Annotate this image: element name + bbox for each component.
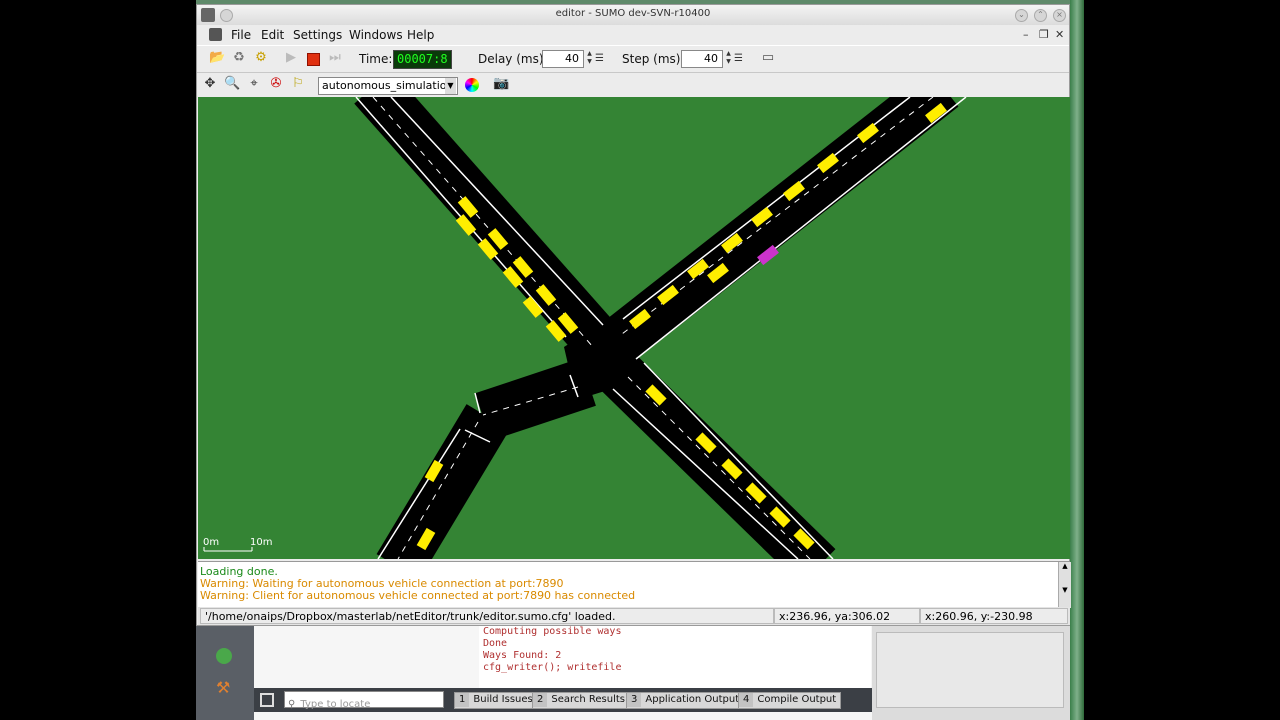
- delay-slider-icon[interactable]: ☰: [595, 50, 604, 68]
- scale-start-label: 0m: [203, 537, 219, 548]
- time-display: 00007:8: [393, 50, 452, 69]
- tab-search-results[interactable]: 2 Search Results: [532, 692, 631, 709]
- mdi-close-button[interactable]: ✕: [1055, 28, 1064, 41]
- menu-settings[interactable]: Settings: [293, 28, 342, 42]
- ide-side-box: [876, 632, 1064, 708]
- step-label: Step (ms):: [622, 52, 685, 66]
- title-bar[interactable]: editor - SUMO dev-SVN-r10400 ⌄ ⌃ ×: [197, 5, 1069, 25]
- scale-end-label: 10m: [250, 537, 272, 548]
- dropdown-arrow-icon: ▼: [445, 78, 456, 94]
- recenter-icon[interactable]: ✥: [202, 76, 218, 92]
- locator-search[interactable]: ⚲ Type to locate: [284, 691, 444, 710]
- menu-help[interactable]: Help: [407, 28, 434, 42]
- close-button[interactable]: ×: [1053, 9, 1066, 22]
- menu-windows[interactable]: Windows: [349, 28, 403, 42]
- ide-background-window: ⚒ Computing possible ways Done Ways Foun…: [196, 626, 872, 720]
- output-line: Computing possible ways: [483, 626, 622, 637]
- search-icon: ⚲: [288, 699, 296, 710]
- road-southwest: [376, 404, 510, 559]
- delay-label: Delay (ms):: [478, 52, 548, 66]
- road-northeast: [602, 97, 959, 362]
- output-line: Ways Found: 2: [483, 650, 562, 661]
- camera-icon[interactable]: 📷: [493, 76, 509, 92]
- run-icon[interactable]: [216, 648, 232, 664]
- delay-spinner-arrows[interactable]: ▲ ▼: [585, 50, 594, 68]
- tab-label: Search Results: [551, 694, 626, 705]
- message-line: Warning: Client for autonomous vehicle c…: [200, 589, 636, 602]
- window-title: editor - SUMO dev-SVN-r10400: [555, 8, 711, 19]
- view-scheme-value: autonomous_simulation: [322, 79, 454, 92]
- minimize-button[interactable]: ⌄: [1015, 9, 1028, 22]
- tab-number: 2: [533, 693, 548, 707]
- status-file: '/home/onaips/Dropbox/masterlab/netEdito…: [200, 608, 774, 624]
- menu-edit[interactable]: Edit: [261, 28, 284, 42]
- panel-toggle-icon[interactable]: [260, 693, 274, 707]
- reload-icon[interactable]: ♻: [231, 50, 247, 66]
- ide-output-pane: Computing possible ways Done Ways Found:…: [479, 626, 871, 688]
- tab-build-issues[interactable]: 1 Build Issues: [454, 692, 538, 709]
- output-line: cfg_writer(); writefile: [483, 662, 622, 673]
- delay-input[interactable]: 40: [542, 50, 584, 68]
- message-panel: Loading done. Warning: Waiting for auton…: [198, 561, 1071, 608]
- tab-label: Build Issues: [473, 694, 533, 705]
- locate-junction-icon[interactable]: ⌖: [246, 76, 262, 92]
- menu-bar: File Edit Settings Windows Help – ❐ ✕: [197, 25, 1069, 45]
- ide-sidebar: ⚒: [196, 626, 254, 720]
- maximize-button[interactable]: ⌃: [1034, 9, 1047, 22]
- simulation-toolbar: 📂 ♻ ⚙ ▶ ⏭ Time: 00007:8 Delay (ms): 40 ▲…: [197, 45, 1069, 73]
- status-coord-net: x:260.96, y:-230.98: [920, 608, 1068, 624]
- status-coord-geo: x:236.96, ya:306.02: [774, 608, 920, 624]
- road-network: 0m 10m: [203, 97, 967, 559]
- step-input[interactable]: 40: [681, 50, 723, 68]
- save-icon[interactable]: ⚙: [253, 50, 269, 66]
- menu-file[interactable]: File: [231, 28, 251, 42]
- message-scrollbar[interactable]: ▲ ▼: [1058, 562, 1071, 608]
- stop-icon[interactable]: [307, 53, 320, 66]
- colorwheel-icon[interactable]: [465, 78, 479, 92]
- simulation-view[interactable]: 0m 10m: [198, 97, 1070, 559]
- step-icon[interactable]: ⏭: [327, 50, 343, 66]
- play-icon[interactable]: ▶: [283, 50, 299, 66]
- locator-placeholder: Type to locate: [300, 699, 371, 710]
- view-toolbar: ✥ 🔍 ⌖ ✇ ⚐ autonomous_simulation ▼ 📷: [197, 71, 1069, 97]
- mdi-restore-button[interactable]: ❐: [1039, 28, 1049, 41]
- tab-label: Compile Output: [757, 694, 837, 705]
- open-icon[interactable]: 📂: [209, 50, 225, 66]
- message-list: Loading done. Warning: Waiting for auton…: [200, 566, 635, 602]
- locate-vehicle-icon[interactable]: ✇: [268, 76, 284, 92]
- sumo-window: editor - SUMO dev-SVN-r10400 ⌄ ⌃ × File …: [196, 4, 1071, 626]
- tab-compile-output[interactable]: 4 Compile Output: [738, 692, 842, 709]
- locate-poi-icon[interactable]: ⚐: [290, 76, 306, 92]
- build-hammer-icon[interactable]: ⚒: [216, 678, 230, 697]
- time-label: Time:: [359, 52, 393, 66]
- view-scheme-select[interactable]: autonomous_simulation ▼: [318, 77, 458, 95]
- mdi-icon: [209, 28, 222, 41]
- road-southeast: [600, 354, 836, 559]
- status-bar: '/home/onaips/Dropbox/masterlab/netEdito…: [198, 607, 1070, 625]
- window-new-icon[interactable]: ▭: [760, 50, 776, 66]
- road-northwest: [354, 97, 622, 364]
- mdi-minimize-button[interactable]: –: [1023, 28, 1029, 41]
- tab-number: 1: [455, 693, 470, 707]
- output-line: Done: [483, 638, 508, 649]
- step-spinner-arrows[interactable]: ▲ ▼: [724, 50, 733, 68]
- tab-application-output[interactable]: 3 Application Output: [626, 692, 745, 709]
- ide-right-panel: [872, 626, 1070, 720]
- step-slider-icon[interactable]: ☰: [734, 50, 743, 68]
- tab-number: 4: [739, 693, 754, 707]
- zoom-icon[interactable]: 🔍: [224, 76, 240, 92]
- road-west-stub: [475, 358, 596, 441]
- tab-number: 3: [627, 693, 642, 707]
- tab-label: Application Output: [645, 694, 740, 705]
- ide-bottom-bar: ⚲ Type to locate 1 Build Issues 2 Search R…: [254, 688, 872, 712]
- desktop-edge: [1070, 0, 1084, 720]
